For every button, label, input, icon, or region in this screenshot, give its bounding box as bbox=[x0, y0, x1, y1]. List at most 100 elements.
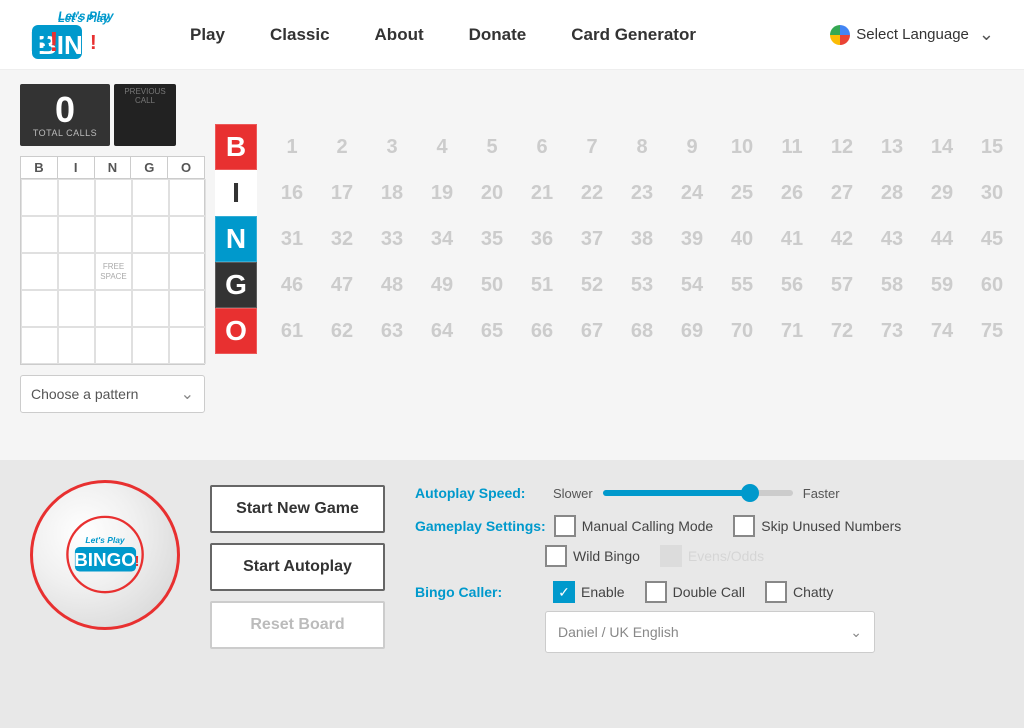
number-cell-32[interactable]: 32 bbox=[317, 216, 367, 262]
enable-checkbox[interactable] bbox=[553, 581, 575, 603]
number-cell-27[interactable]: 27 bbox=[817, 170, 867, 216]
number-cell-33[interactable]: 33 bbox=[367, 216, 417, 262]
chatty-checkbox-item[interactable]: Chatty bbox=[765, 581, 833, 603]
number-cell-51[interactable]: 51 bbox=[517, 262, 567, 308]
number-cell-5[interactable]: 5 bbox=[467, 124, 517, 170]
number-cell-28[interactable]: 28 bbox=[867, 170, 917, 216]
number-cell-7[interactable]: 7 bbox=[567, 124, 617, 170]
number-cell-65[interactable]: 65 bbox=[467, 308, 517, 354]
number-cell-24[interactable]: 24 bbox=[667, 170, 717, 216]
number-cell-68[interactable]: 68 bbox=[617, 308, 667, 354]
number-cell-9[interactable]: 9 bbox=[667, 124, 717, 170]
number-cell-46[interactable]: 46 bbox=[267, 262, 317, 308]
manual-calling-checkbox-item[interactable]: Manual Calling Mode bbox=[554, 515, 714, 537]
number-cell-70[interactable]: 70 bbox=[717, 308, 767, 354]
logo[interactable]: Let's Play B!BINGO! Let's Play BINGO ! bbox=[30, 7, 140, 62]
number-cell-10[interactable]: 10 bbox=[717, 124, 767, 170]
number-cell-1[interactable]: 1 bbox=[267, 124, 317, 170]
number-cell-36[interactable]: 36 bbox=[517, 216, 567, 262]
number-cell-13[interactable]: 13 bbox=[867, 124, 917, 170]
number-cell-49[interactable]: 49 bbox=[417, 262, 467, 308]
skip-unused-checkbox[interactable] bbox=[733, 515, 755, 537]
number-cell-45[interactable]: 45 bbox=[967, 216, 1017, 262]
number-cell-12[interactable]: 12 bbox=[817, 124, 867, 170]
number-cell-29[interactable]: 29 bbox=[917, 170, 967, 216]
number-cell-52[interactable]: 52 bbox=[567, 262, 617, 308]
number-cell-6[interactable]: 6 bbox=[517, 124, 567, 170]
number-cell-11[interactable]: 11 bbox=[767, 124, 817, 170]
number-cell-8[interactable]: 8 bbox=[617, 124, 667, 170]
number-cell-64[interactable]: 64 bbox=[417, 308, 467, 354]
number-cell-53[interactable]: 53 bbox=[617, 262, 667, 308]
number-cell-30[interactable]: 30 bbox=[967, 170, 1017, 216]
double-call-checkbox-item[interactable]: Double Call bbox=[645, 581, 745, 603]
number-cell-67[interactable]: 67 bbox=[567, 308, 617, 354]
number-cell-3[interactable]: 3 bbox=[367, 124, 417, 170]
enable-checkbox-item[interactable]: Enable bbox=[553, 581, 625, 603]
double-call-checkbox[interactable] bbox=[645, 581, 667, 603]
number-cell-71[interactable]: 71 bbox=[767, 308, 817, 354]
number-cell-61[interactable]: 61 bbox=[267, 308, 317, 354]
evens-odds-checkbox-item[interactable]: Evens/Odds bbox=[660, 545, 764, 567]
speed-slider-thumb[interactable] bbox=[741, 484, 759, 502]
language-selector[interactable]: Select Language ⌄ bbox=[830, 24, 994, 45]
number-cell-47[interactable]: 47 bbox=[317, 262, 367, 308]
nav-classic[interactable]: Classic bbox=[250, 17, 350, 53]
number-cell-14[interactable]: 14 bbox=[917, 124, 967, 170]
number-cell-59[interactable]: 59 bbox=[917, 262, 967, 308]
number-cell-16[interactable]: 16 bbox=[267, 170, 317, 216]
number-cell-34[interactable]: 34 bbox=[417, 216, 467, 262]
pattern-selector[interactable]: Choose a pattern ⌄ bbox=[20, 375, 205, 413]
chatty-checkbox[interactable] bbox=[765, 581, 787, 603]
number-cell-48[interactable]: 48 bbox=[367, 262, 417, 308]
number-cell-17[interactable]: 17 bbox=[317, 170, 367, 216]
nav-about[interactable]: About bbox=[355, 17, 444, 53]
number-cell-57[interactable]: 57 bbox=[817, 262, 867, 308]
nav-play[interactable]: Play bbox=[170, 17, 245, 53]
speed-slider-track[interactable] bbox=[603, 490, 793, 496]
evens-odds-checkbox[interactable] bbox=[660, 545, 682, 567]
number-cell-18[interactable]: 18 bbox=[367, 170, 417, 216]
number-cell-58[interactable]: 58 bbox=[867, 262, 917, 308]
number-cell-41[interactable]: 41 bbox=[767, 216, 817, 262]
number-cell-66[interactable]: 66 bbox=[517, 308, 567, 354]
number-cell-42[interactable]: 42 bbox=[817, 216, 867, 262]
number-cell-38[interactable]: 38 bbox=[617, 216, 667, 262]
number-cell-39[interactable]: 39 bbox=[667, 216, 717, 262]
number-cell-2[interactable]: 2 bbox=[317, 124, 367, 170]
wild-bingo-checkbox-item[interactable]: Wild Bingo bbox=[545, 545, 640, 567]
number-cell-56[interactable]: 56 bbox=[767, 262, 817, 308]
number-cell-40[interactable]: 40 bbox=[717, 216, 767, 262]
number-cell-25[interactable]: 25 bbox=[717, 170, 767, 216]
wild-bingo-checkbox[interactable] bbox=[545, 545, 567, 567]
number-cell-26[interactable]: 26 bbox=[767, 170, 817, 216]
number-cell-35[interactable]: 35 bbox=[467, 216, 517, 262]
start-autoplay-button[interactable]: Start Autoplay bbox=[210, 543, 385, 591]
reset-board-button[interactable]: Reset Board bbox=[210, 601, 385, 649]
number-cell-60[interactable]: 60 bbox=[967, 262, 1017, 308]
number-cell-23[interactable]: 23 bbox=[617, 170, 667, 216]
number-cell-69[interactable]: 69 bbox=[667, 308, 717, 354]
number-cell-15[interactable]: 15 bbox=[967, 124, 1017, 170]
manual-calling-checkbox[interactable] bbox=[554, 515, 576, 537]
number-cell-44[interactable]: 44 bbox=[917, 216, 967, 262]
nav-donate[interactable]: Donate bbox=[449, 17, 547, 53]
number-cell-75[interactable]: 75 bbox=[967, 308, 1017, 354]
number-cell-43[interactable]: 43 bbox=[867, 216, 917, 262]
skip-unused-checkbox-item[interactable]: Skip Unused Numbers bbox=[733, 515, 901, 537]
number-cell-62[interactable]: 62 bbox=[317, 308, 367, 354]
start-new-game-button[interactable]: Start New Game bbox=[210, 485, 385, 533]
number-cell-74[interactable]: 74 bbox=[917, 308, 967, 354]
number-cell-50[interactable]: 50 bbox=[467, 262, 517, 308]
number-cell-37[interactable]: 37 bbox=[567, 216, 617, 262]
number-cell-73[interactable]: 73 bbox=[867, 308, 917, 354]
number-cell-63[interactable]: 63 bbox=[367, 308, 417, 354]
nav-card-generator[interactable]: Card Generator bbox=[551, 17, 716, 53]
number-cell-55[interactable]: 55 bbox=[717, 262, 767, 308]
number-cell-54[interactable]: 54 bbox=[667, 262, 717, 308]
caller-selector[interactable]: Daniel / UK English ⌄ bbox=[545, 611, 875, 653]
number-cell-21[interactable]: 21 bbox=[517, 170, 567, 216]
number-cell-19[interactable]: 19 bbox=[417, 170, 467, 216]
number-cell-72[interactable]: 72 bbox=[817, 308, 867, 354]
number-cell-31[interactable]: 31 bbox=[267, 216, 317, 262]
